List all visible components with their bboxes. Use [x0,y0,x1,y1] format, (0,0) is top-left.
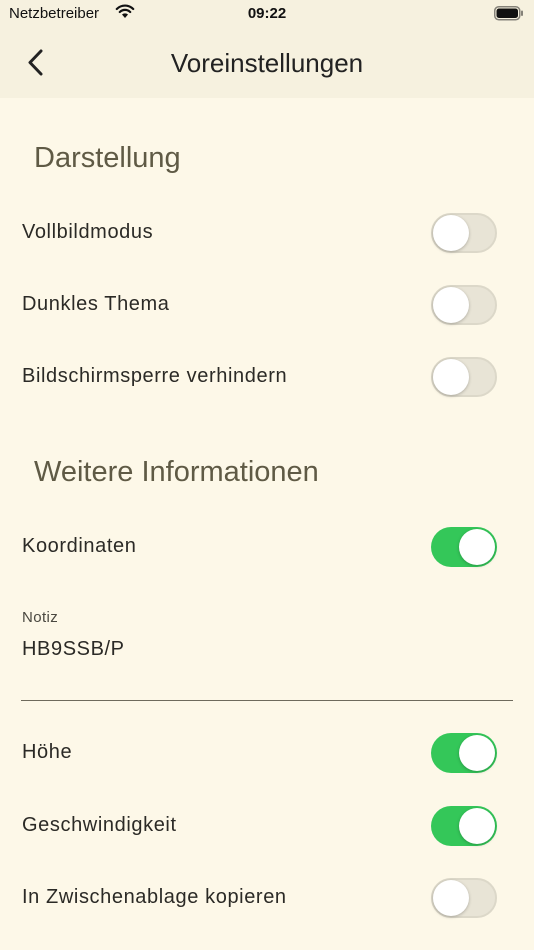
speed-toggle[interactable] [431,806,497,846]
clipboard-toggle[interactable] [431,878,497,918]
section-title-display: Darstellung [34,142,181,174]
altitude-toggle[interactable] [431,733,497,773]
divider [21,700,513,701]
page-title: Voreinstellungen [170,48,364,78]
setting-row-coordinates: Koordinaten [0,517,534,577]
section-title-more-info: Weitere Informationen [34,456,319,488]
setting-label: Dunkles Thema [22,293,170,315]
setting-row-clipboard: In Zwischenablage kopieren [0,868,534,928]
note-label: Notiz [22,609,59,626]
setting-label: Koordinaten [22,535,137,557]
toggle-knob [433,880,469,916]
battery-icon [494,6,524,26]
setting-label: Höhe [22,741,73,763]
toggle-knob [459,735,495,771]
dark-theme-toggle[interactable] [431,285,497,325]
clock: 09:22 [247,5,287,22]
navigation-bar: Voreinstellungen [0,28,534,98]
setting-label: Vollbildmodus [22,221,154,243]
coordinates-toggle[interactable] [431,527,497,567]
note-field[interactable] [22,636,512,662]
prevent-lock-toggle[interactable] [431,357,497,397]
fullscreen-toggle[interactable] [431,213,497,253]
toggle-knob [459,529,495,565]
setting-label: In Zwischenablage kopieren [22,886,287,908]
toggle-knob [433,287,469,323]
setting-row-fullscreen: Vollbildmodus [0,203,534,263]
toggle-knob [459,808,495,844]
setting-label: Geschwindigkeit [22,814,177,836]
status-bar: Netzbetreiber 09:22 [0,0,534,28]
setting-row-speed: Geschwindigkeit [0,796,534,856]
toggle-knob [433,215,469,251]
setting-row-prevent-lock: Bildschirmsperre verhindern [0,347,534,407]
setting-row-dark-theme: Dunkles Thema [0,275,534,335]
setting-label: Bildschirmsperre verhindern [22,365,288,387]
setting-row-altitude: Höhe [0,723,534,783]
toggle-knob [433,359,469,395]
